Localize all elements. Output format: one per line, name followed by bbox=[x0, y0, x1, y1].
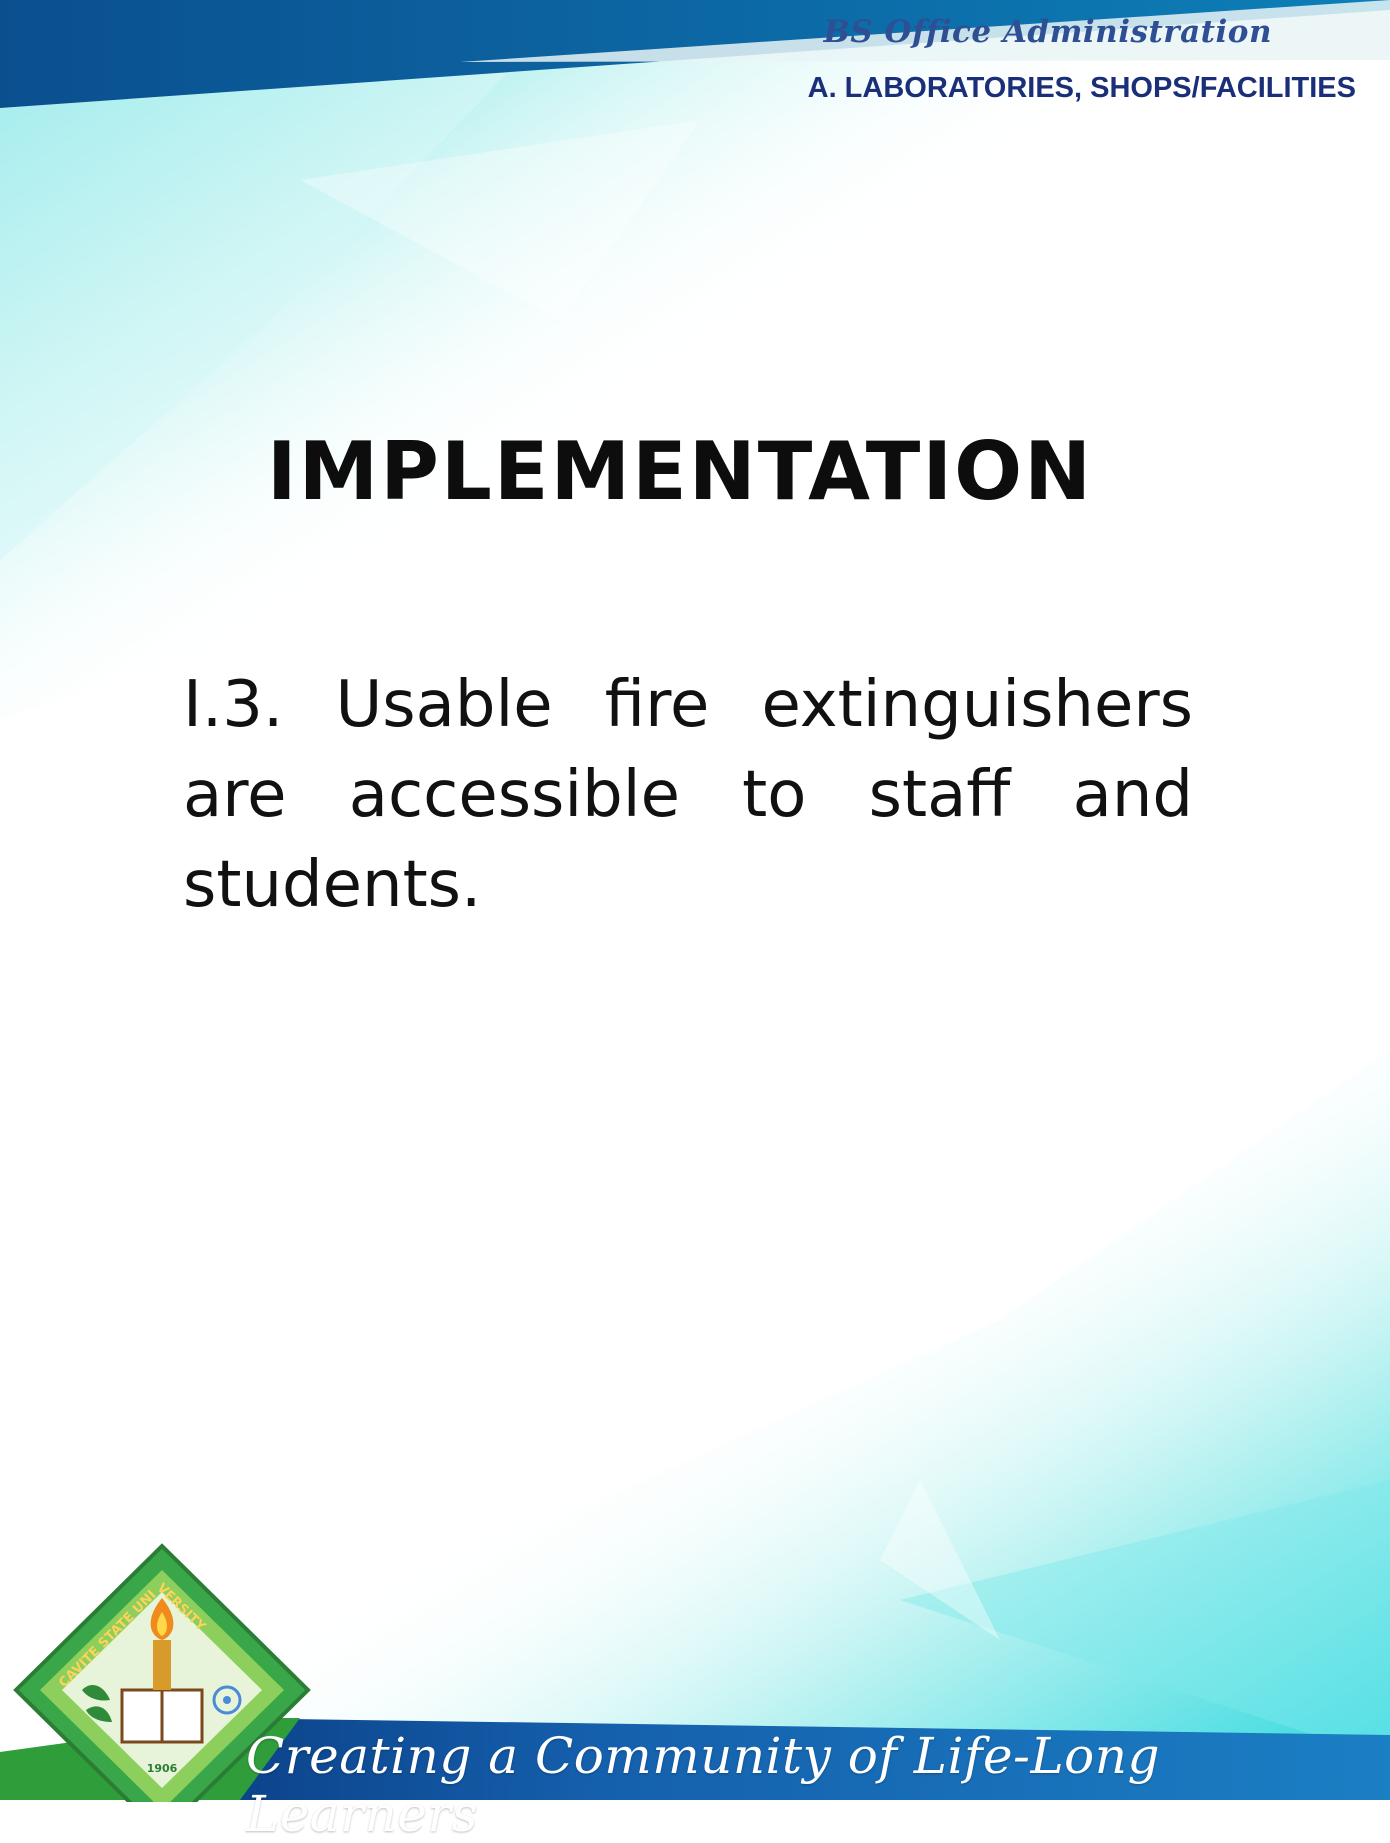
slogan-banner: Creating a Community of Life-Long Learne… bbox=[246, 1727, 1160, 1843]
section-title: A. LABORATORIES, SHOPS/FACILITIES bbox=[807, 72, 1356, 104]
criterion-statement: I.3. Usable fire extinguishers are acces… bbox=[183, 668, 1193, 922]
page-heading: IMPLEMENTATION bbox=[266, 425, 1094, 518]
seal-year: 1906 bbox=[147, 1762, 178, 1775]
program-title: BS Office Administration bbox=[823, 14, 1272, 50]
